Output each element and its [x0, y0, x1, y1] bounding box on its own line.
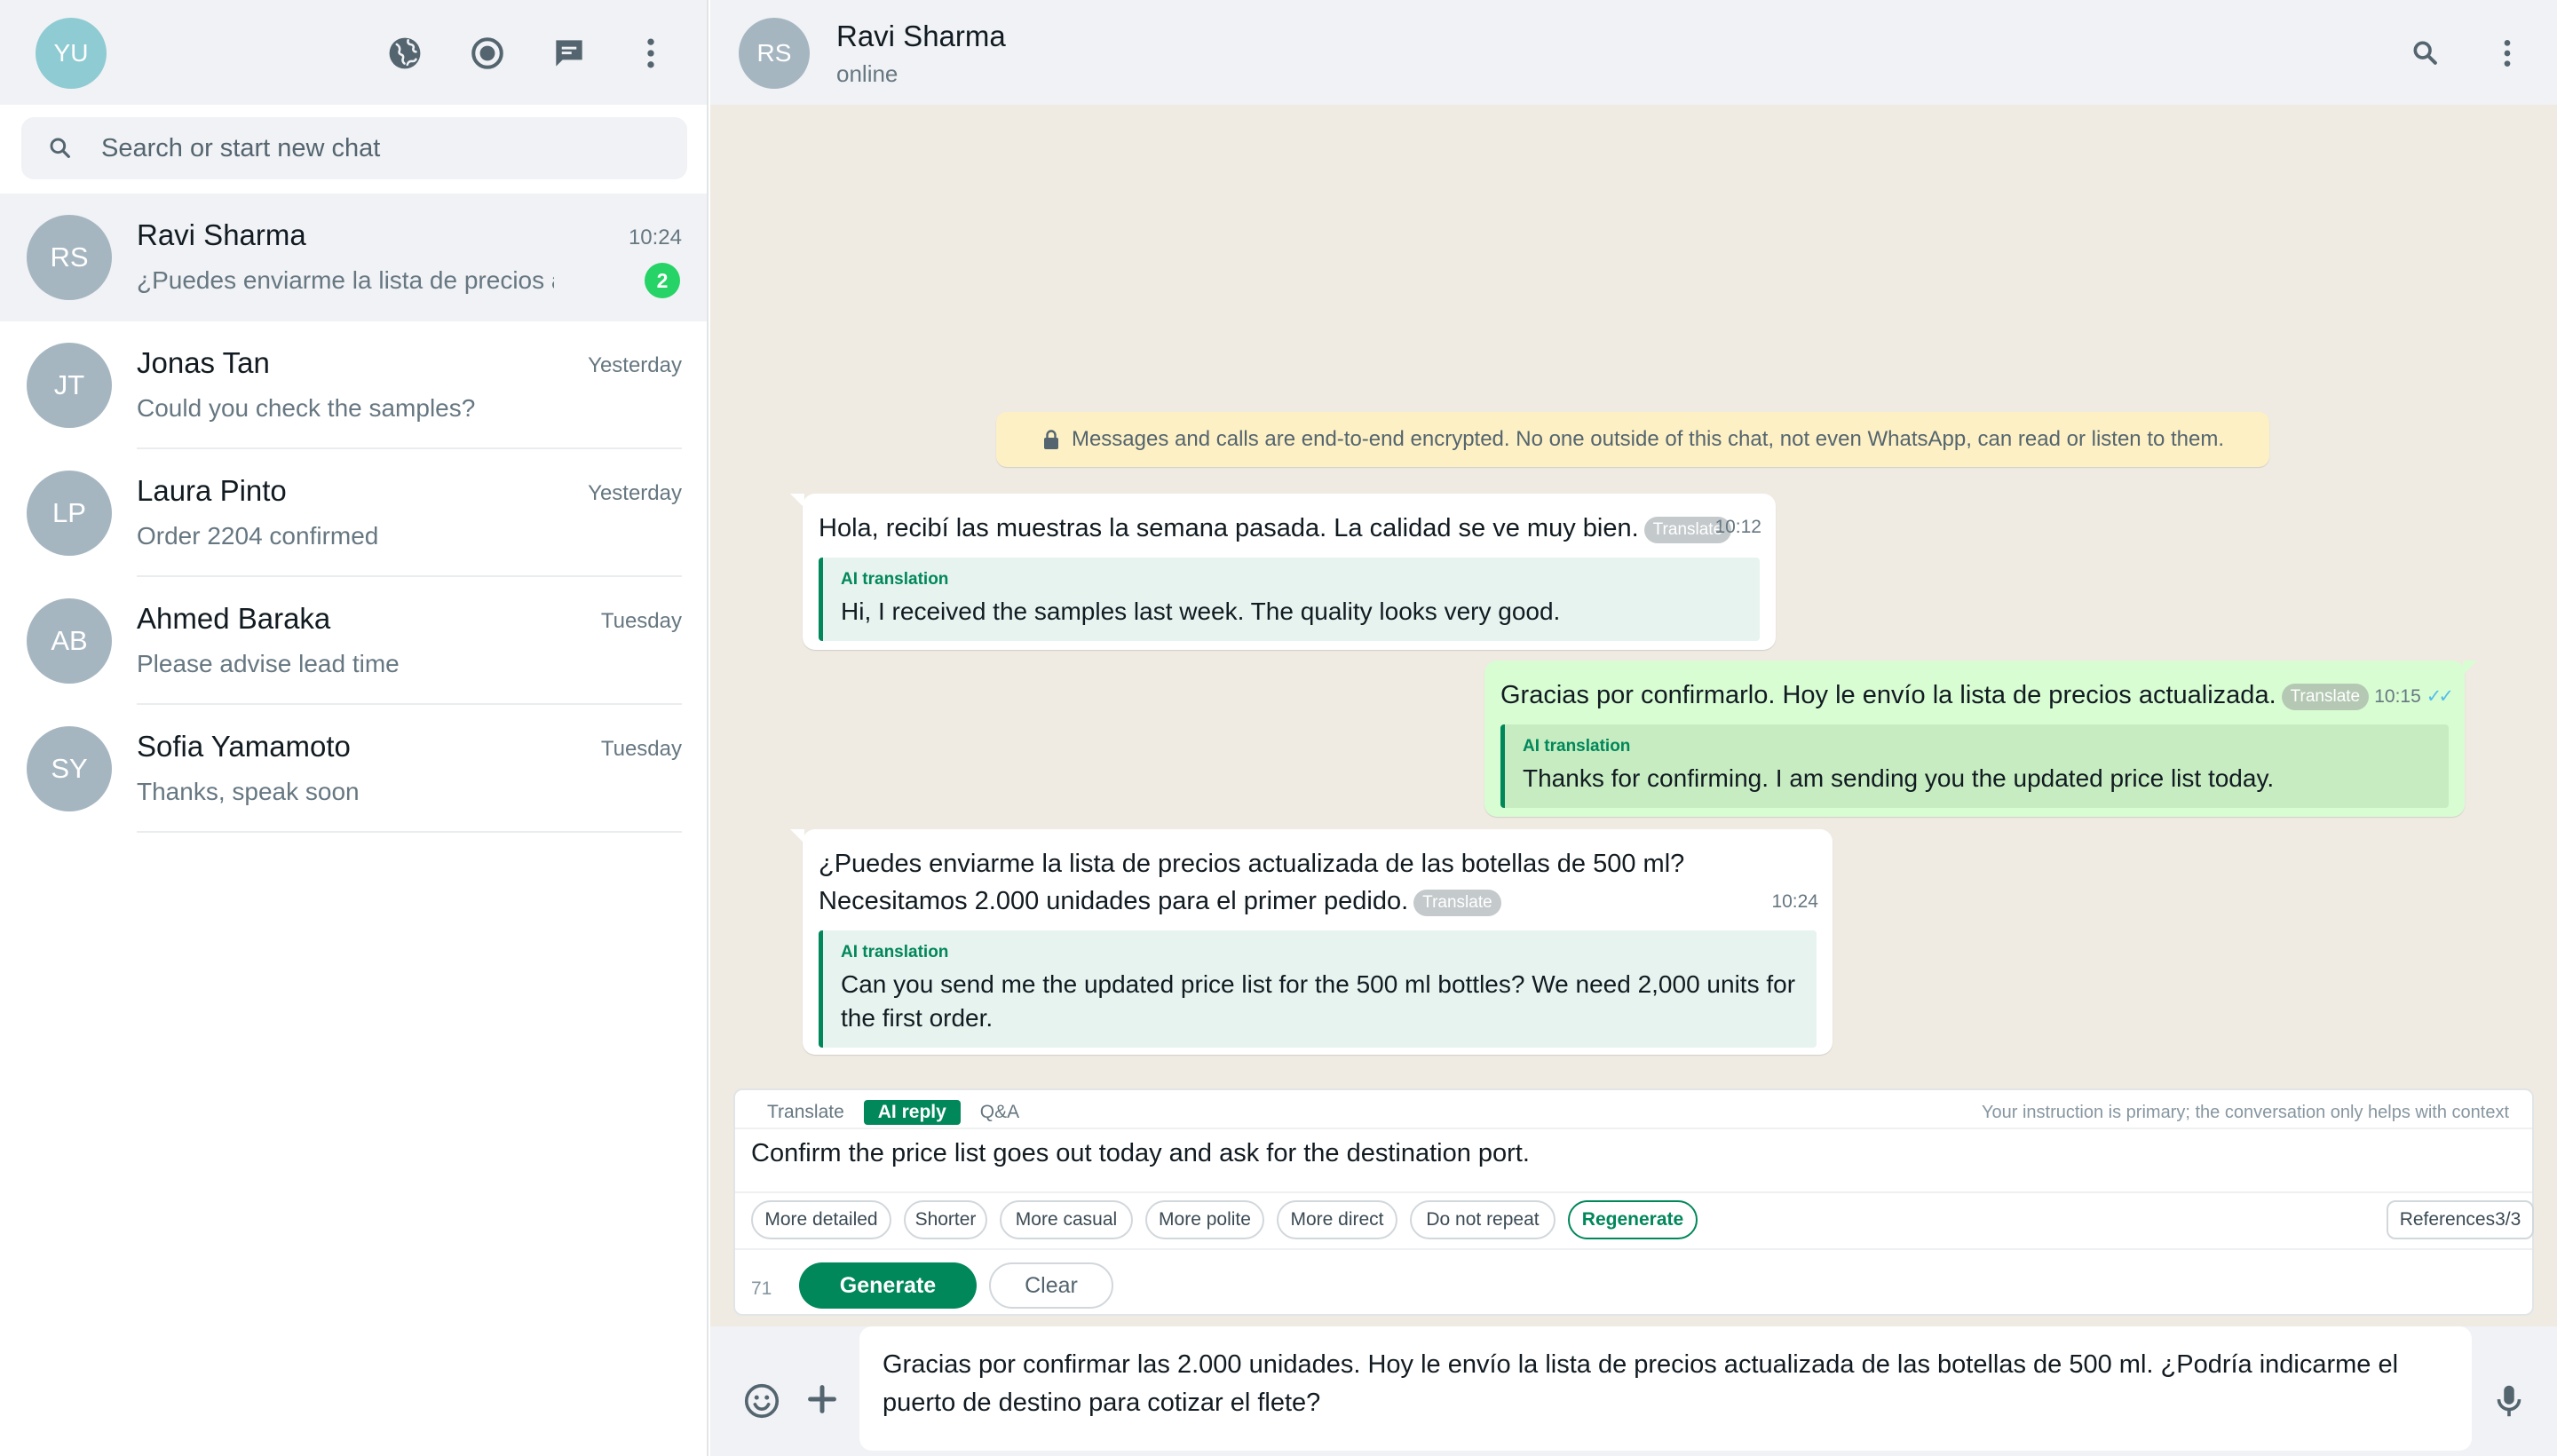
message-composer: Gracias por confirmar las 2.000 unidades…: [710, 1326, 2557, 1456]
chat-name: Laura Pinto: [137, 474, 287, 507]
contact-status: online: [836, 60, 899, 87]
chat-preview: Order 2204 confirmed: [137, 522, 379, 550]
ai-assistant-panel: Translate AI reply Q&A Your instruction …: [733, 1088, 2534, 1316]
chat-name: Ahmed Baraka: [137, 602, 331, 635]
message-list: Messages and calls are end-to-end encryp…: [710, 105, 2557, 1074]
bubble-tail: [2463, 661, 2477, 675]
regenerate-button[interactable]: Regenerate: [1568, 1200, 1698, 1239]
chat-list-item[interactable]: RS Ravi Sharma ¿Puedes enviarme la lista…: [0, 194, 707, 321]
message-time: 10:15: [2374, 686, 2421, 707]
translate-button[interactable]: Translate: [2281, 684, 2370, 710]
tab-qa[interactable]: Q&A: [975, 1100, 1025, 1125]
message-text: ¿Puedes enviarme la lista de precios act…: [819, 850, 1685, 916]
chat-list-item[interactable]: SY Sofia Yamamoto Thanks, speak soon Tue…: [0, 705, 707, 833]
my-avatar[interactable]: YU: [36, 18, 107, 89]
message-text: Gracias por confirmarlo. Hoy le envío la…: [1500, 677, 2449, 714]
ai-translation-label: AI translation: [841, 943, 949, 961]
chat-time: Yesterday: [588, 353, 682, 377]
chat-name: Sofia Yamamoto: [137, 730, 351, 763]
avatar: AB: [27, 598, 112, 684]
bubble-tail: [790, 829, 804, 843]
search-icon: [50, 138, 70, 158]
panel-divider: [735, 1248, 2532, 1250]
attach-plus-icon[interactable]: [799, 1376, 845, 1422]
avatar: SY: [27, 726, 112, 811]
more-casual-chip[interactable]: More casual: [1000, 1200, 1133, 1239]
conversation-header[interactable]: RS Ravi Sharma online: [710, 0, 2557, 105]
contact-name: Ravi Sharma: [836, 20, 1006, 52]
message-time: 10:12: [1714, 517, 1761, 537]
avatar: RS: [27, 215, 112, 300]
chat-divider: [137, 831, 682, 833]
ai-instruction-input[interactable]: [735, 1128, 2532, 1193]
chat-time: Tuesday: [600, 609, 682, 633]
more-detailed-chip[interactable]: More detailed: [751, 1200, 891, 1239]
search-input[interactable]: [101, 117, 669, 179]
chat-preview: ¿Puedes enviarme la lista de precios a: [137, 266, 554, 294]
references-button[interactable]: References3/3: [2387, 1200, 2534, 1239]
sidebar-header: YU: [0, 0, 707, 105]
chat-list-item[interactable]: JT Jonas Tan Could you check the samples…: [0, 321, 707, 449]
conversation-pane: RS Ravi Sharma online Messages and calls…: [710, 0, 2557, 1456]
microphone-icon[interactable]: [2486, 1378, 2532, 1424]
bubble-tail: [790, 494, 804, 508]
ai-translation-box: AI translation Thanks for confirming. I …: [1500, 724, 2449, 808]
ai-translation-text: Hi, I received the samples last week. Th…: [841, 597, 1561, 625]
contact-avatar[interactable]: RS: [739, 18, 810, 89]
generate-button[interactable]: Generate: [799, 1262, 977, 1309]
emoji-icon[interactable]: [739, 1378, 785, 1424]
chat-preview: Thanks, speak soon: [137, 778, 360, 805]
chat-preview: Please advise lead time: [137, 650, 400, 677]
menu-icon[interactable]: [629, 32, 672, 75]
message-meta: 10:15 ✓✓: [2374, 685, 2454, 708]
avatar: LP: [27, 471, 112, 556]
chat-list-item[interactable]: LP Laura Pinto Order 2204 confirmed Yest…: [0, 449, 707, 577]
chat-time: Yesterday: [588, 481, 682, 505]
character-count: 71: [751, 1278, 772, 1299]
message-time: 10:24: [1771, 891, 1818, 912]
ai-instruction-hint: Your instruction is primary; the convers…: [1982, 1103, 2509, 1122]
chat-time: 10:24: [628, 226, 682, 249]
chat-preview: Could you check the samples?: [137, 394, 476, 422]
refine-options: More detailed Shorter More casual More p…: [751, 1200, 2534, 1241]
new-chat-icon[interactable]: [548, 32, 590, 75]
ai-translation-box: AI translation Hi, I received the sample…: [819, 558, 1760, 641]
more-polite-chip[interactable]: More polite: [1145, 1200, 1264, 1239]
status-icon[interactable]: [466, 32, 509, 75]
avatar: JT: [27, 343, 112, 428]
chat-name: Jonas Tan: [137, 346, 270, 379]
tab-ai-reply[interactable]: AI reply: [863, 1100, 961, 1125]
ai-translation-label: AI translation: [1523, 737, 1631, 756]
do-not-repeat-chip[interactable]: Do not repeat: [1410, 1200, 1556, 1239]
incoming-message[interactable]: ¿Puedes enviarme la lista de precios act…: [790, 829, 1833, 1055]
encryption-notice-text: Messages and calls are end-to-end encryp…: [1071, 427, 2225, 451]
chat-list: RS Ravi Sharma ¿Puedes enviarme la lista…: [0, 194, 707, 833]
incoming-message[interactable]: Hola, recibí las muestras la semana pasa…: [790, 494, 1776, 650]
lock-icon: [1043, 430, 1058, 449]
ai-translation-box: AI translation Can you send me the updat…: [819, 930, 1817, 1048]
ai-translation-text: Thanks for confirming. I am sending you …: [1523, 764, 2275, 792]
ai-translation-text: Can you send me the updated price list f…: [841, 970, 1796, 1032]
more-direct-chip[interactable]: More direct: [1277, 1200, 1397, 1239]
chat-list-item[interactable]: AB Ahmed Baraka Please advise lead time …: [0, 577, 707, 705]
chat-name: Ravi Sharma: [137, 218, 306, 251]
unread-badge: 2: [645, 263, 680, 298]
clear-button[interactable]: Clear: [989, 1262, 1113, 1309]
read-ticks-icon: ✓✓: [2426, 686, 2454, 707]
search-icon[interactable]: [2404, 32, 2447, 75]
menu-icon[interactable]: [2486, 32, 2529, 75]
shorter-chip[interactable]: Shorter: [904, 1200, 987, 1239]
ai-translation-label: AI translation: [841, 570, 949, 589]
chat-time: Tuesday: [600, 737, 682, 761]
communities-icon[interactable]: [384, 32, 426, 75]
search-bar: [21, 117, 687, 179]
ai-mode-tabs: Translate AI reply Q&A: [762, 1097, 1025, 1128]
encryption-notice[interactable]: Messages and calls are end-to-end encryp…: [996, 412, 2269, 467]
tab-translate[interactable]: Translate: [762, 1100, 850, 1125]
message-input[interactable]: Gracias por confirmar las 2.000 unidades…: [859, 1326, 2472, 1451]
chat-sidebar: YU RS Ravi Sharma ¿Puedes enviarme la li…: [0, 0, 709, 1456]
translate-button[interactable]: Translate: [1413, 890, 1501, 916]
message-text: Hola, recibí las muestras la semana pasa…: [819, 510, 1760, 547]
outgoing-message[interactable]: Gracias por confirmarlo. Hoy le envío la…: [1484, 661, 2477, 817]
